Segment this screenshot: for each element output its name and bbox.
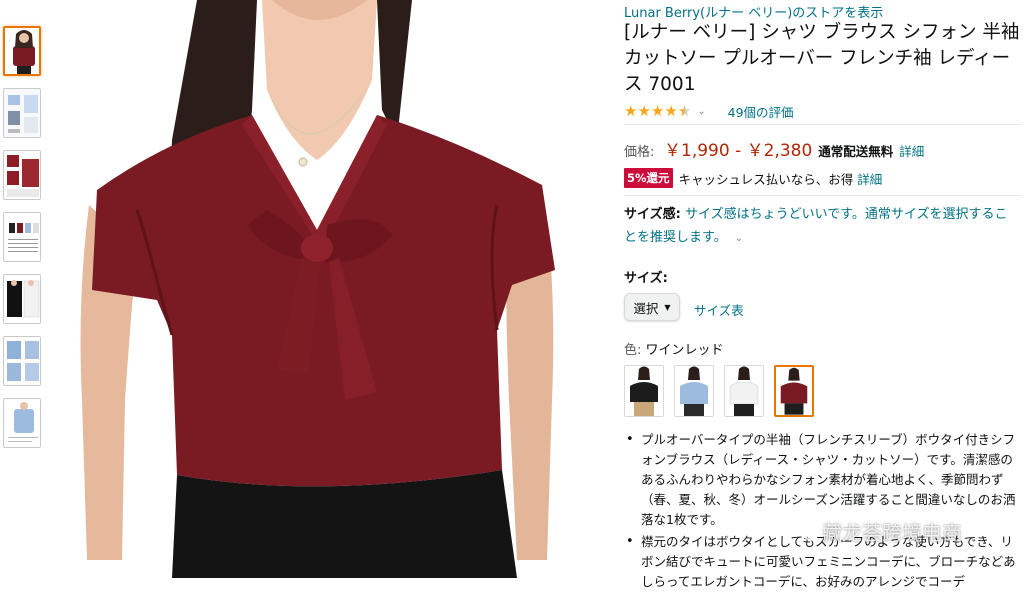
thumbnail-1[interactable] xyxy=(3,26,41,76)
size-chart-link[interactable]: サイズ表 xyxy=(694,300,744,319)
color-label: 色: xyxy=(624,343,642,358)
feature-bullet: プルオーバータイプの半袖（フレンチスリーブ）ボウタイ付きシフォンブラウス（レディ… xyxy=(624,430,1022,530)
thumbnail-7[interactable] xyxy=(3,398,41,448)
feature-bullets: プルオーバータイプの半袖（フレンチスリーブ）ボウタイ付きシフォンブラウス（レディ… xyxy=(624,430,1022,594)
size-feel-text[interactable]: サイズ感はちょうどいいです。通常サイズを選択することを推奨します。 xyxy=(624,207,1007,245)
shipping-detail-link[interactable]: 詳細 xyxy=(899,141,924,160)
price-row: 価格: ￥1,990 - ￥2,380 通常配送無料 詳細 xyxy=(624,136,924,161)
cashless-badge: 5%還元 xyxy=(624,168,673,188)
swatch-black[interactable] xyxy=(624,365,664,417)
star-icon: ★ xyxy=(664,101,678,120)
store-link[interactable]: Lunar Berry(ルナー ベリー)のストアを表示 xyxy=(624,2,883,21)
star-rating[interactable]: ★ ★ ★ ★ ★ xyxy=(624,101,692,120)
price-value: ￥1,990 - ￥2,380 xyxy=(664,141,813,161)
swatch-blue[interactable] xyxy=(674,365,714,417)
divider xyxy=(624,195,1022,196)
cashless-text: キャッシュレス払いなら、お得 xyxy=(678,171,854,187)
cashless-row: 5%還元 キャッシュレス払いなら、お得 詳細 xyxy=(624,168,882,188)
size-select-value: 選択 xyxy=(633,300,659,316)
size-feel-label: サイズ感: xyxy=(624,207,681,222)
thumbnail-6[interactable] xyxy=(3,336,41,386)
shipping-info: 通常配送無料 xyxy=(818,144,894,159)
thumbnail-list xyxy=(3,26,45,460)
size-feel: サイズ感: サイズ感はちょうどいいです。通常サイズを選択することを推奨します。 ⌄ xyxy=(624,203,1019,250)
chevron-down-icon[interactable]: ⌄ xyxy=(735,233,743,244)
size-label: サイズ: xyxy=(624,271,668,286)
product-title: [ルナー ベリー] シャツ ブラウス シフォン 半袖 カットソー プルオーバー … xyxy=(624,22,1020,95)
thumbnail-3[interactable] xyxy=(3,150,41,200)
dropdown-arrow-icon: ▼ xyxy=(664,302,671,312)
main-product-image[interactable] xyxy=(77,0,556,578)
wechat-icon xyxy=(796,522,818,540)
watermark-text: 藏龙荟跨境电商 xyxy=(822,521,962,545)
size-select[interactable]: 選択 ▼ xyxy=(624,293,680,321)
review-count-link[interactable]: 49個の評価 xyxy=(728,102,794,121)
color-value: ワインレッド xyxy=(645,343,724,358)
thumbnail-4[interactable] xyxy=(3,212,41,262)
divider xyxy=(624,124,1022,125)
swatch-wine-red[interactable] xyxy=(774,365,814,417)
thumbnail-2[interactable] xyxy=(3,88,41,138)
swatch-white[interactable] xyxy=(724,365,764,417)
chevron-down-icon[interactable]: ⌄ xyxy=(697,106,705,117)
thumbnail-5[interactable] xyxy=(3,274,41,324)
color-row: 色: ワインレッド xyxy=(624,339,724,358)
star-icon: ★ xyxy=(650,101,665,120)
star-icon: ★ xyxy=(637,101,651,120)
rating-row: ★ ★ ★ ★ ★ ⌄ 49個の評価 xyxy=(624,102,794,120)
watermark: 藏龙荟跨境电商 xyxy=(796,517,962,546)
half-star-icon: ★ xyxy=(677,101,692,120)
star-icon: ★ xyxy=(624,101,638,120)
cashless-detail-link[interactable]: 詳細 xyxy=(857,169,882,188)
color-swatches xyxy=(624,365,824,417)
price-label: 価格: xyxy=(624,145,655,160)
